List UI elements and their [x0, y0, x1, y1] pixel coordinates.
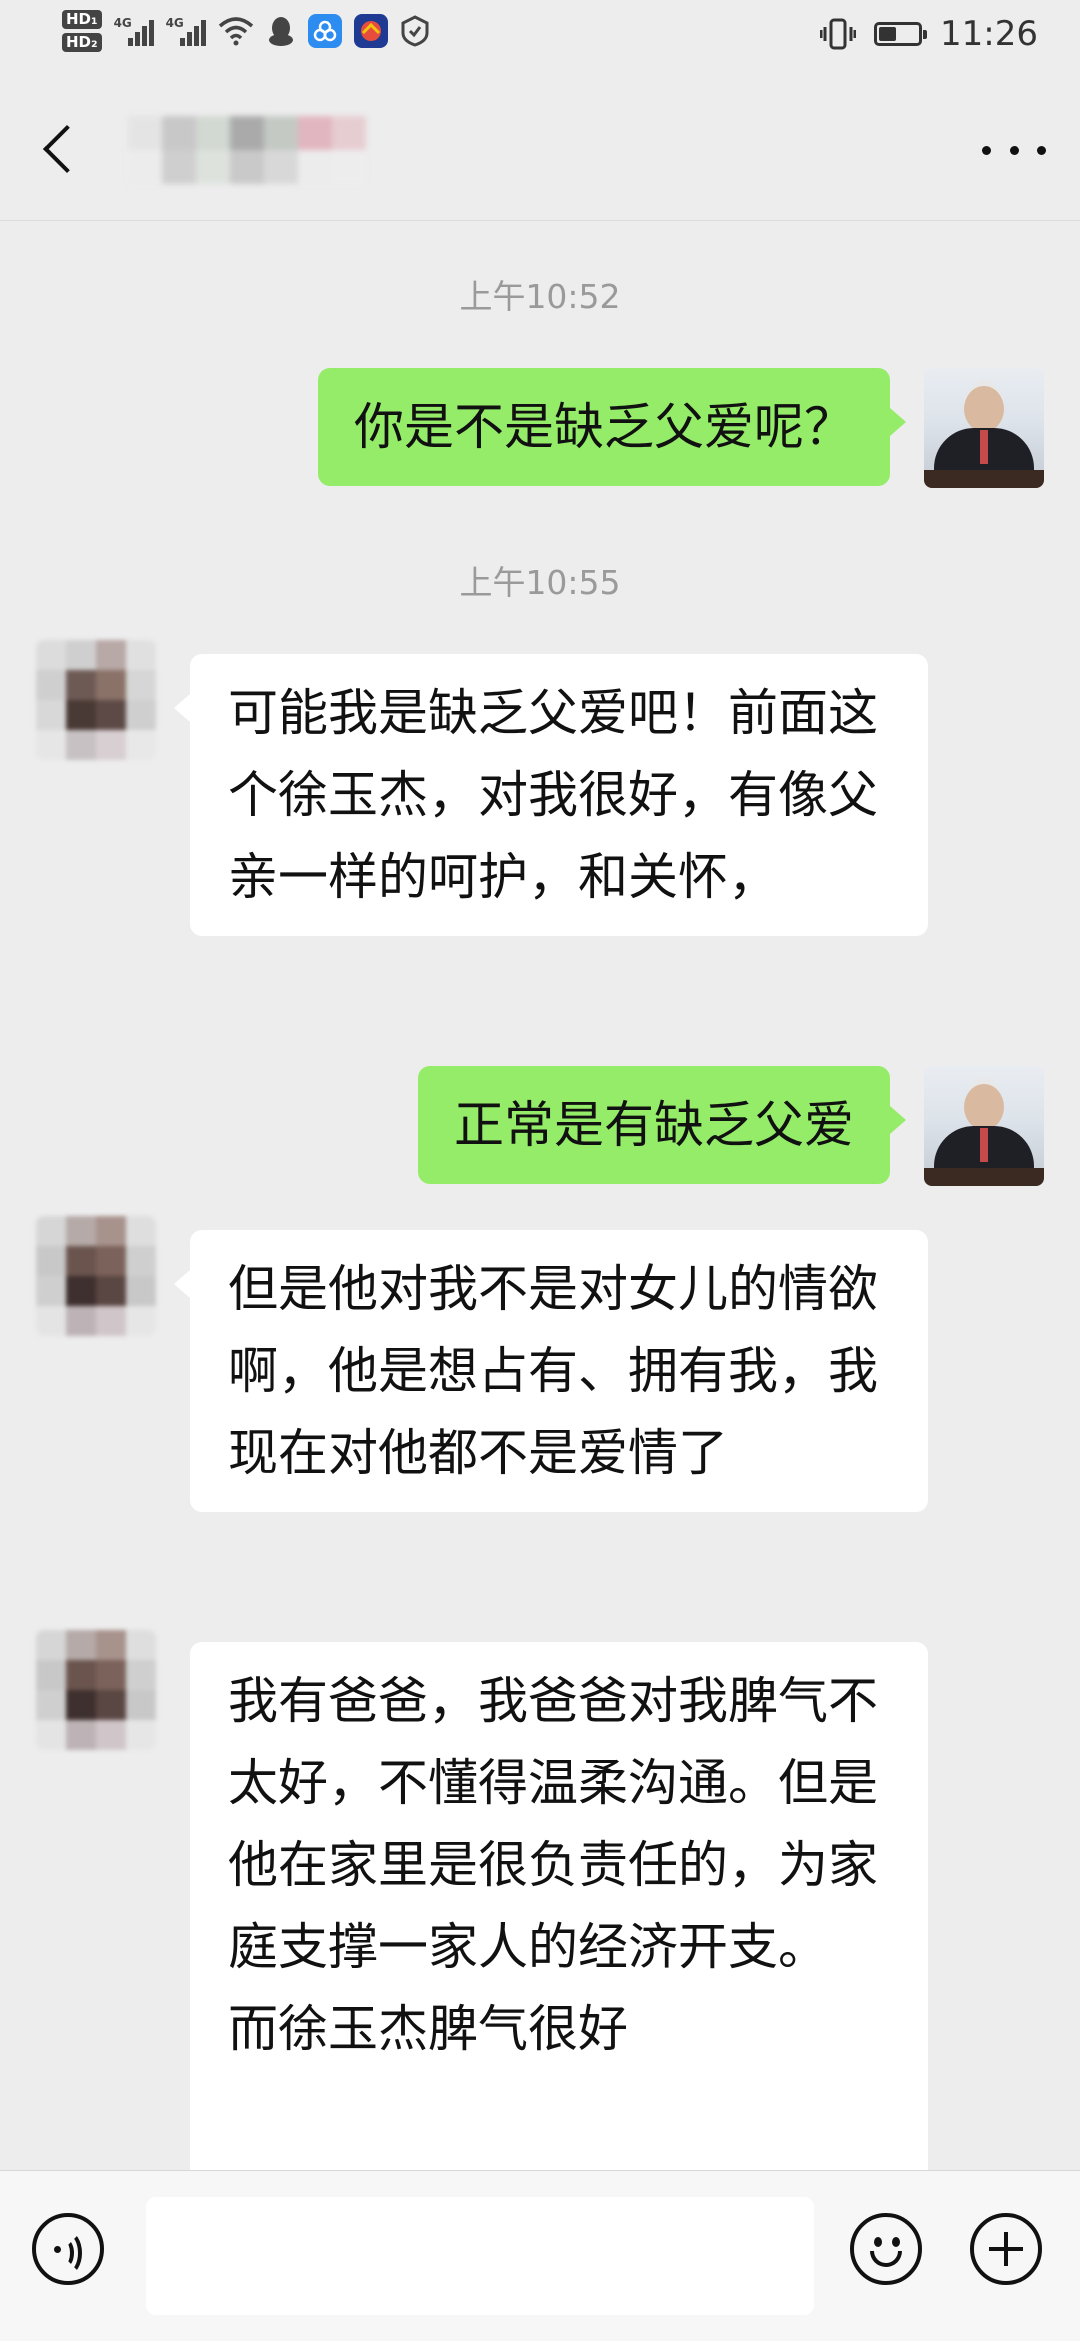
hd2-label: HD₂: [62, 33, 102, 52]
message-timestamp: 上午10:55: [459, 563, 621, 602]
battery-fill: [879, 27, 897, 41]
network-type-label: 4G: [113, 16, 132, 30]
app-icon: [307, 14, 342, 48]
qq-icon: [268, 17, 293, 46]
app-icon: [353, 14, 388, 48]
battery-icon: [874, 22, 928, 46]
chat-header: [0, 72, 1080, 221]
hd1-label: HD₁: [62, 10, 102, 29]
sent-message[interactable]: 正常是有缺乏父爱: [418, 1066, 906, 1184]
network-type-label: 4G: [165, 16, 184, 30]
signal-icon: 4G: [114, 16, 154, 46]
contact-name-blurred: [90, 102, 430, 198]
status-right: 11:26: [820, 14, 1038, 54]
chevron-left-icon[interactable]: [36, 112, 96, 182]
input-bar: [0, 2170, 1080, 2341]
wifi-icon: [218, 17, 253, 46]
received-message[interactable]: 但是他对我不是对女儿的情欲啊，他是想占有、拥有我，我现在对他都不是爱情了: [174, 1230, 928, 1512]
shield-icon: [401, 15, 429, 47]
avatar[interactable]: [924, 1066, 1044, 1186]
status-time: 11:26: [940, 14, 1038, 54]
received-message[interactable]: 我有爸爸，我爸爸对我脾气不太好，不懂得温柔沟通。但是他在家里是很负责任的，为家庭…: [190, 1642, 928, 2170]
received-message[interactable]: 可能我是缺乏父爱吧！前面这个徐玉杰，对我很好，有像父亲一样的呵护，和关怀，: [174, 654, 928, 936]
message-timestamp: 上午10:52: [459, 277, 621, 316]
signal-icon: 4G: [166, 16, 206, 46]
sent-message[interactable]: 你是不是缺乏父爱呢？: [318, 368, 906, 486]
vibrate-icon: [820, 18, 857, 50]
emoji-icon[interactable]: [850, 2213, 922, 2285]
status-bar: HD₁ HD₂ 4G 4G 11:26: [0, 0, 1080, 72]
avatar[interactable]: [36, 1216, 156, 1336]
status-left: HD₁ HD₂ 4G 4G: [62, 10, 430, 52]
avatar[interactable]: [36, 640, 156, 760]
avatar[interactable]: [924, 368, 1044, 488]
message-input[interactable]: [146, 2197, 814, 2315]
more-icon[interactable]: [982, 130, 1046, 170]
hd-icon: HD₁ HD₂: [62, 10, 102, 52]
voice-icon[interactable]: [32, 2213, 104, 2285]
plus-icon[interactable]: [970, 2213, 1042, 2285]
avatar[interactable]: [36, 1630, 156, 1750]
